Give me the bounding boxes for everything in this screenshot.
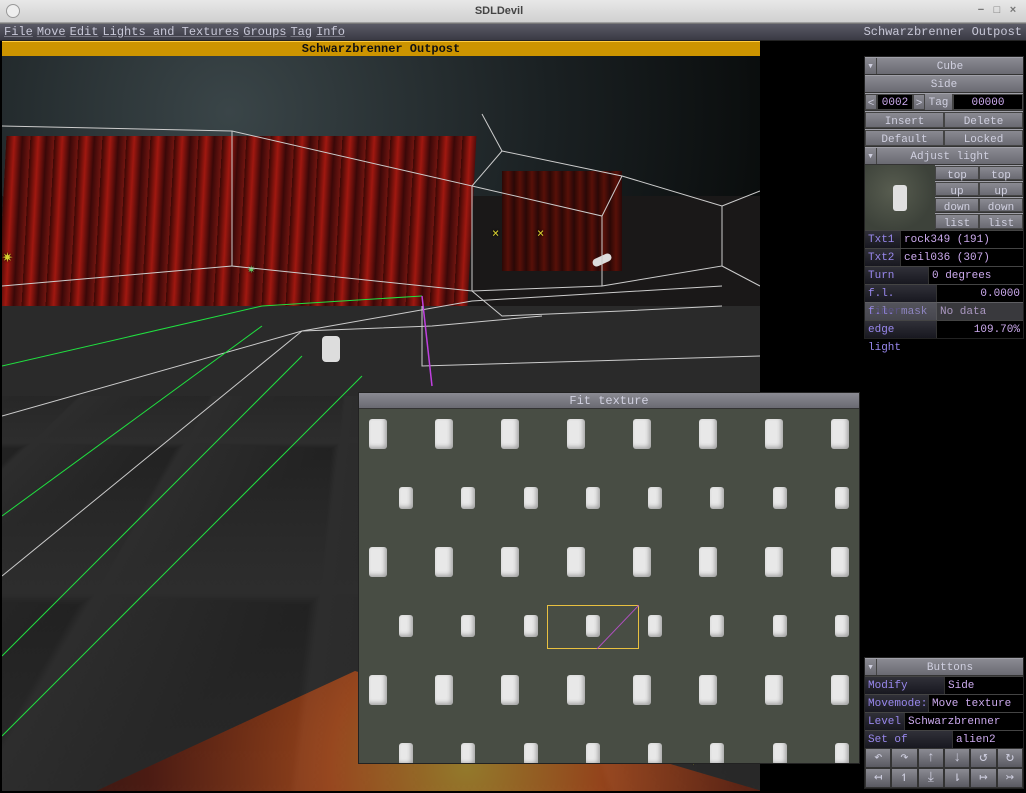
- arrow-down2-icon[interactable]: ⤓: [918, 768, 944, 788]
- buttons-header: Buttons: [877, 659, 1023, 675]
- fit-texture-window[interactable]: Fit texture: [358, 392, 860, 764]
- window-titlebar: SDLDevil − □ ×: [0, 0, 1026, 23]
- viewport-title: Schwarzbrenner Outpost: [2, 41, 760, 56]
- spin-left-icon[interactable]: ↺: [970, 748, 996, 768]
- move-up-icon[interactable]: ↑: [918, 748, 944, 768]
- fl-timer-value[interactable]: 0.0000: [937, 285, 1023, 302]
- id-prev-button[interactable]: <: [865, 94, 877, 110]
- locked-button[interactable]: Locked: [944, 130, 1023, 146]
- txt2-label: Txt2: [865, 249, 901, 266]
- app-icon: [6, 4, 20, 18]
- menu-lights-textures[interactable]: Lights and Textures: [102, 25, 239, 39]
- delete-button[interactable]: Delete: [944, 112, 1023, 128]
- level-label: Level: [865, 713, 905, 730]
- insert-button[interactable]: Insert: [865, 112, 944, 128]
- window-title: SDLDevil: [24, 5, 974, 17]
- texture-selection[interactable]: [547, 605, 639, 649]
- arrow-upleft-icon[interactable]: ↿: [891, 768, 917, 788]
- maximize-button[interactable]: □: [990, 4, 1004, 18]
- movemode-value[interactable]: Move texture: [929, 695, 1023, 712]
- buttons-panel: ▾Buttons Modify what:Side Movemode:Move …: [864, 657, 1024, 789]
- rotate-cw-icon[interactable]: ↷: [891, 748, 917, 768]
- adjust-collapse[interactable]: ▾: [865, 148, 877, 164]
- arrow-downright-icon[interactable]: ⇂: [944, 768, 970, 788]
- spin-right-icon[interactable]: ↻: [997, 748, 1023, 768]
- rotate-ccw-icon[interactable]: ↶: [865, 748, 891, 768]
- up-button-1[interactable]: up: [935, 182, 979, 196]
- menu-groups[interactable]: Groups: [243, 25, 286, 39]
- list-button-1[interactable]: list: [935, 214, 979, 229]
- cube-header: Cube: [877, 58, 1023, 74]
- down-button-2[interactable]: down: [979, 198, 1023, 212]
- movemode-label: Movemode:: [865, 695, 929, 712]
- edge-light-label: edge light: [865, 321, 937, 338]
- menu-file[interactable]: File: [4, 25, 33, 39]
- menu-bar: File Move Edit Lights and Textures Group…: [0, 23, 1026, 41]
- cube-header-collapse[interactable]: ▾: [865, 58, 877, 74]
- side-label: Side: [865, 76, 1023, 92]
- menu-move[interactable]: Move: [37, 25, 66, 39]
- up-button-2[interactable]: up: [979, 182, 1023, 196]
- cube-panel: ▾Cube Side < 0002 > Tag 00000 InsertDele…: [864, 56, 1024, 339]
- turn-label: Turn txt2: [865, 267, 929, 284]
- move-down-icon[interactable]: ↓: [944, 748, 970, 768]
- top-button-2[interactable]: top: [979, 166, 1023, 180]
- menu-tag[interactable]: Tag: [290, 25, 312, 39]
- modify-label: Modify what:: [865, 677, 945, 694]
- fit-texture-title: Fit texture: [359, 393, 859, 409]
- tag-input[interactable]: 00000: [953, 94, 1023, 110]
- top-button-1[interactable]: top: [935, 166, 979, 180]
- adjust-light-label: Adjust light: [877, 148, 1023, 164]
- texture-preview[interactable]: [865, 165, 935, 230]
- txt1-label: Txt1: [865, 231, 901, 248]
- turn-value[interactable]: 0 degrees: [929, 267, 1023, 284]
- arrow-right-icon[interactable]: ↦: [970, 768, 996, 788]
- id-next-button[interactable]: >: [913, 94, 925, 110]
- txt2-value[interactable]: ceil036 (307): [901, 249, 1023, 266]
- arrow-left-icon[interactable]: ↤: [865, 768, 891, 788]
- default-button[interactable]: Default: [865, 130, 944, 146]
- level-value[interactable]: Schwarzbrenner Ou: [905, 713, 1023, 730]
- fl-mask-value: No data: [937, 303, 1023, 320]
- sottxt-label: Set of Txts.:: [865, 731, 953, 748]
- list-button-2[interactable]: list: [979, 214, 1023, 229]
- sottxt-value[interactable]: alien2: [953, 731, 1023, 748]
- fit-texture-body[interactable]: [359, 409, 859, 763]
- fl-mask-label: f.l. mask: [865, 303, 937, 320]
- edge-light-value[interactable]: 109.70%: [937, 321, 1023, 338]
- tag-label: Tag: [925, 94, 953, 110]
- fl-timer-label: f.l. timer: [865, 285, 937, 302]
- minimize-button[interactable]: −: [974, 4, 988, 18]
- menu-info[interactable]: Info: [316, 25, 345, 39]
- buttons-collapse[interactable]: ▾: [865, 659, 877, 675]
- id-input[interactable]: 0002: [877, 94, 913, 110]
- close-button[interactable]: ×: [1006, 4, 1020, 18]
- txt1-value[interactable]: rock349 (191): [901, 231, 1023, 248]
- menu-level-name: Schwarzbrenner Outpost: [864, 25, 1022, 39]
- down-button-1[interactable]: down: [935, 198, 979, 212]
- arrow-right2-icon[interactable]: ↣: [997, 768, 1023, 788]
- menu-edit[interactable]: Edit: [70, 25, 99, 39]
- modify-value[interactable]: Side: [945, 677, 1023, 694]
